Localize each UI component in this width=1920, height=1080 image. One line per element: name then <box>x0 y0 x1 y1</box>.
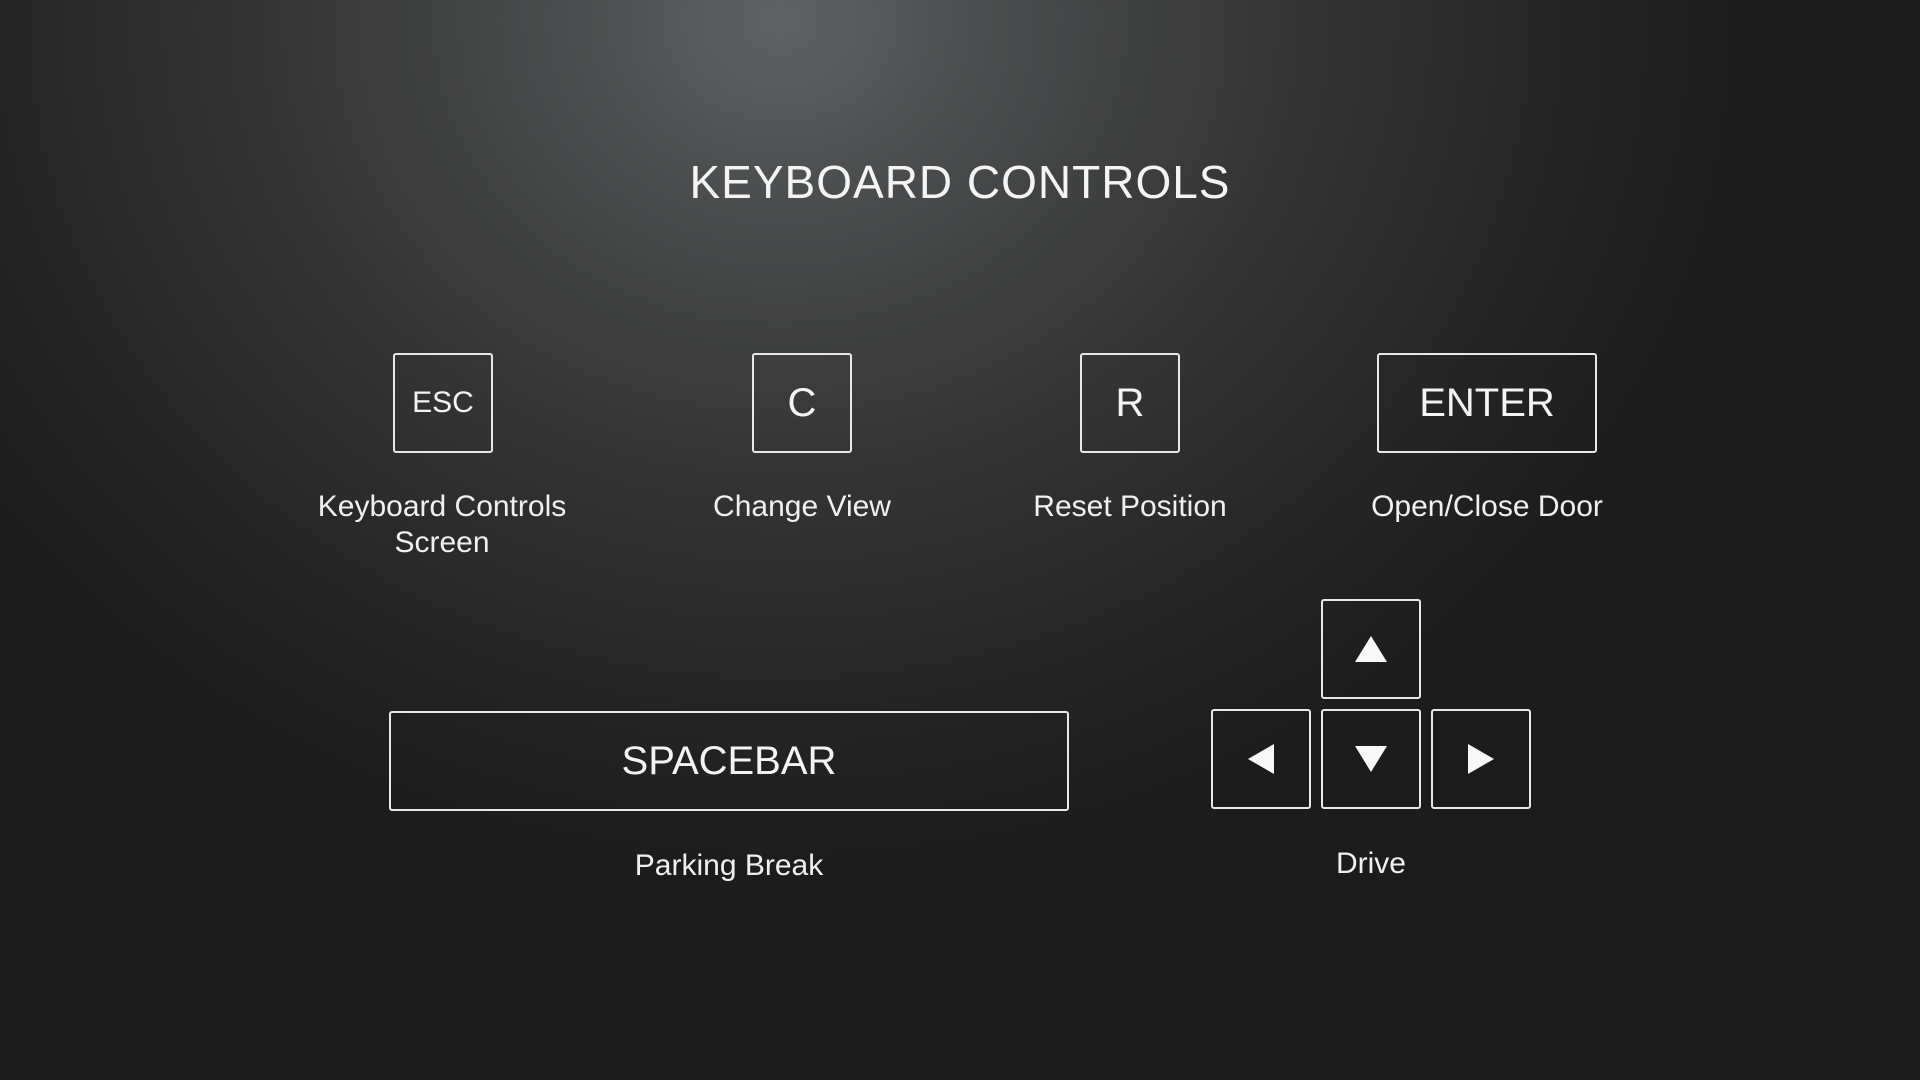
enter-key[interactable]: ENTER <box>1377 353 1597 453</box>
spacebar-action-label: Parking Break <box>634 849 824 882</box>
r-key[interactable]: R <box>1080 353 1180 453</box>
arrow-left-key[interactable] <box>1211 709 1311 809</box>
esc-action-label: Keyboard Controls Screen <box>317 490 567 559</box>
spacebar-key[interactable]: SPACEBAR <box>389 711 1069 811</box>
r-action-label: Reset Position <box>1033 490 1227 523</box>
enter-key-label: ENTER <box>1419 380 1555 425</box>
esc-key[interactable]: ESC <box>393 353 493 453</box>
c-action-label: Change View <box>713 490 891 523</box>
arrow-left-icon <box>1248 744 1274 774</box>
drive-action-label: Drive <box>1335 847 1406 880</box>
arrow-up-key[interactable] <box>1321 599 1421 699</box>
esc-key-label: ESC <box>412 386 474 419</box>
arrow-right-icon <box>1468 744 1494 774</box>
arrow-up-icon <box>1355 636 1387 662</box>
arrow-down-icon <box>1355 746 1387 772</box>
arrow-right-key[interactable] <box>1431 709 1531 809</box>
page-title: KEYBOARD CONTROLS <box>689 156 1231 208</box>
spacebar-key-label: SPACEBAR <box>621 738 837 783</box>
c-key[interactable]: C <box>752 353 852 453</box>
enter-action-label: Open/Close Door <box>1371 490 1603 523</box>
r-key-label: R <box>1115 380 1145 425</box>
arrow-down-key[interactable] <box>1321 709 1421 809</box>
c-key-label: C <box>787 380 817 425</box>
